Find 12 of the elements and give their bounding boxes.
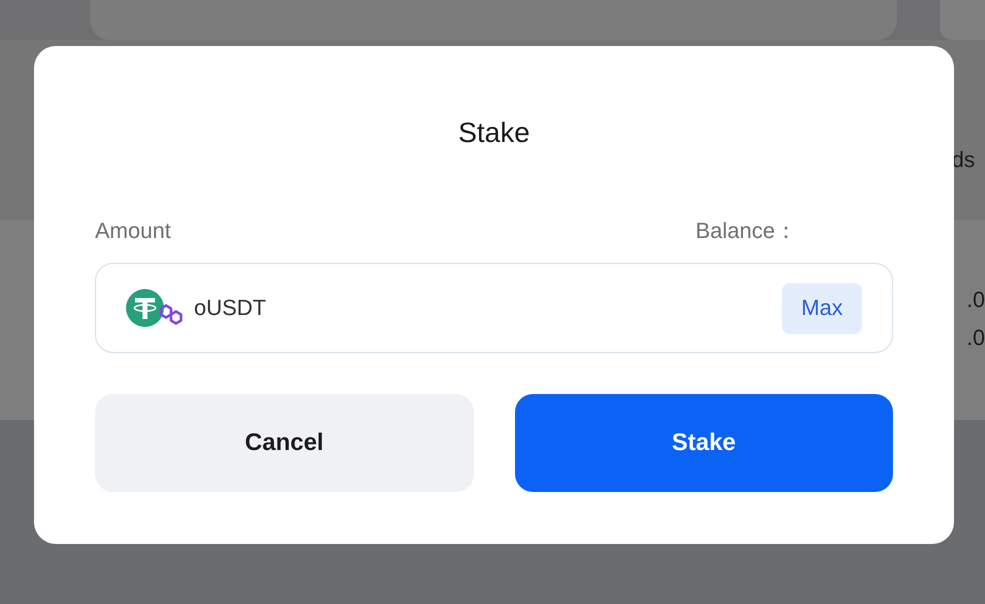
coin-icon bbox=[126, 289, 164, 327]
token-name: oUSDT bbox=[194, 294, 266, 322]
max-button[interactable]: Max bbox=[782, 282, 862, 334]
stake-button[interactable]: Stake bbox=[514, 394, 893, 492]
balance-label: Balance： bbox=[695, 217, 797, 245]
dialog-title: Stake bbox=[458, 116, 530, 150]
amount-label: Amount bbox=[95, 217, 171, 245]
cancel-button[interactable]: Cancel bbox=[95, 394, 474, 492]
amount-input-field[interactable]: oUSDT Max bbox=[95, 263, 893, 353]
row-value: .0 bbox=[966, 324, 985, 352]
row-value: .0 bbox=[966, 286, 985, 314]
linked-hexagons-icon bbox=[160, 304, 182, 325]
